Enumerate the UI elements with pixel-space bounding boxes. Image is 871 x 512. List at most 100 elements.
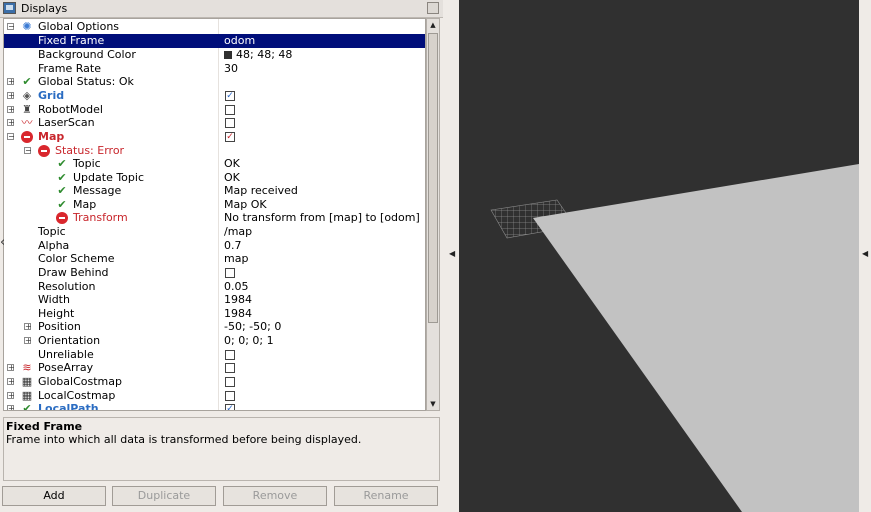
tree-row-local-costmap[interactable]: + ▦ LocalCostmap: [4, 389, 425, 403]
row-label: Message: [73, 184, 122, 197]
tree-row-map[interactable]: − Map ✓: [4, 130, 425, 144]
status-topic-value: OK: [224, 157, 240, 170]
expand-icon[interactable]: +: [7, 106, 15, 114]
duplicate-button[interactable]: Duplicate: [112, 486, 216, 506]
splitter-left-icon[interactable]: ◀: [449, 249, 455, 258]
tree-scrollbar[interactable]: ▲ ▼: [426, 18, 440, 411]
tree-row-status-message[interactable]: ✔ Message Map received: [4, 184, 425, 198]
displays-monitor-icon: [3, 2, 16, 14]
expand-icon[interactable]: +: [7, 119, 15, 127]
tree-row-pose-array[interactable]: + ≋ PoseArray: [4, 361, 425, 375]
expand-icon[interactable]: +: [7, 392, 15, 400]
robot-model-checkbox[interactable]: [225, 105, 235, 115]
row-label: Transform: [73, 211, 128, 224]
scroll-down-icon[interactable]: ▼: [428, 399, 438, 409]
tree-row-background-color[interactable]: Background Color 48; 48; 48: [4, 48, 425, 62]
tree-row-status-map[interactable]: ✔ Map Map OK: [4, 198, 425, 212]
row-label: Map: [38, 130, 65, 143]
display-tree[interactable]: − ✺ Global Options Fixed Frame odom Back…: [3, 18, 426, 411]
tree-row-status-update-topic[interactable]: ✔ Update Topic OK: [4, 171, 425, 185]
collapse-icon[interactable]: −: [7, 133, 15, 141]
row-label: Topic: [73, 157, 101, 170]
color-scheme-value[interactable]: map: [224, 252, 248, 266]
expand-icon[interactable]: +: [24, 337, 32, 345]
tree-row-status-error[interactable]: − Status: Error: [4, 144, 425, 158]
costmap-icon: ▦: [21, 389, 33, 402]
status-message-value: Map received: [224, 184, 298, 197]
error-icon: [38, 145, 50, 157]
row-label: Topic: [38, 225, 66, 238]
tree-row-width[interactable]: Width 1984: [4, 293, 425, 307]
add-button[interactable]: Add: [2, 486, 106, 506]
tree-row-local-path[interactable]: + ✔ LocalPath ✓: [4, 402, 425, 411]
tree-row-global-options[interactable]: − ✺ Global Options: [4, 20, 425, 34]
expand-icon[interactable]: +: [7, 378, 15, 386]
map-checkbox[interactable]: ✓: [225, 132, 235, 142]
local-costmap-checkbox[interactable]: [225, 391, 235, 401]
height-value: 1984: [224, 307, 252, 320]
scroll-up-icon[interactable]: ▲: [428, 20, 438, 30]
row-label: Width: [38, 293, 70, 306]
render-viewport[interactable]: [459, 0, 859, 512]
draw-behind-checkbox[interactable]: [225, 268, 235, 278]
global-costmap-checkbox[interactable]: [225, 377, 235, 387]
tree-row-resolution[interactable]: Resolution 0.05: [4, 280, 425, 294]
row-label: Map: [73, 198, 97, 211]
topic-value[interactable]: /map: [224, 225, 252, 239]
alpha-value[interactable]: 0.7: [224, 239, 242, 253]
tree-row-robot-model[interactable]: + ♜ RobotModel: [4, 103, 425, 117]
frame-rate-value[interactable]: 30: [224, 62, 238, 76]
rename-button[interactable]: Rename: [334, 486, 438, 506]
unreliable-checkbox[interactable]: [225, 350, 235, 360]
panel-splitter[interactable]: ◀: [443, 0, 459, 512]
collapse-icon[interactable]: −: [24, 147, 32, 155]
tree-row-color-scheme[interactable]: Color Scheme map: [4, 252, 425, 266]
local-path-checkbox[interactable]: ✓: [225, 404, 235, 410]
path-icon: ✔: [22, 402, 32, 411]
row-label: PoseArray: [38, 361, 94, 374]
check-icon: ✔: [57, 198, 67, 211]
scrollbar-thumb[interactable]: [428, 33, 438, 323]
error-icon: [21, 131, 33, 143]
tree-row-laser-scan[interactable]: + 〰 LaserScan: [4, 116, 425, 130]
expand-icon[interactable]: +: [7, 405, 15, 410]
tree-row-global-costmap[interactable]: + ▦ GlobalCostmap: [4, 375, 425, 389]
tree-row-grid[interactable]: + ◈ Grid ✓: [4, 89, 425, 103]
row-label: RobotModel: [38, 103, 103, 116]
expand-icon[interactable]: +: [7, 78, 15, 86]
right-splitter[interactable]: ◀: [859, 0, 871, 512]
background-color-text: 48; 48; 48: [236, 48, 293, 61]
row-label: GlobalCostmap: [38, 375, 122, 388]
tree-row-height[interactable]: Height 1984: [4, 307, 425, 321]
tree-row-orientation[interactable]: + Orientation 0; 0; 0; 1: [4, 334, 425, 348]
collapse-icon[interactable]: −: [7, 23, 15, 31]
width-value: 1984: [224, 293, 252, 306]
tree-row-frame-rate[interactable]: Frame Rate 30: [4, 62, 425, 76]
tree-row-topic[interactable]: Topic /map: [4, 225, 425, 239]
tree-row-draw-behind[interactable]: Draw Behind: [4, 266, 425, 280]
grid-checkbox[interactable]: ✓: [225, 91, 235, 101]
tree-row-global-status[interactable]: + ✔ Global Status: Ok: [4, 75, 425, 89]
check-icon: ✔: [57, 184, 67, 197]
tree-row-status-transform[interactable]: Transform No transform from [map] to [od…: [4, 211, 425, 225]
expand-icon[interactable]: +: [7, 364, 15, 372]
collapse-left-icon[interactable]: ‹: [0, 235, 5, 250]
background-color-value[interactable]: 48; 48; 48: [224, 48, 292, 62]
tree-row-fixed-frame[interactable]: Fixed Frame odom: [4, 34, 425, 48]
description-panel: Fixed Frame Frame into which all data is…: [3, 417, 440, 481]
splitter-right-icon[interactable]: ◀: [862, 249, 868, 258]
expand-icon[interactable]: +: [24, 323, 32, 331]
tree-row-alpha[interactable]: Alpha 0.7: [4, 239, 425, 253]
row-label: Background Color: [38, 48, 136, 61]
tree-row-status-topic[interactable]: ✔ Topic OK: [4, 157, 425, 171]
pose-array-checkbox[interactable]: [225, 363, 235, 373]
tree-row-unreliable[interactable]: Unreliable: [4, 348, 425, 362]
panel-float-button[interactable]: [427, 2, 439, 14]
laser-scan-checkbox[interactable]: [225, 118, 235, 128]
check-icon: ✔: [57, 171, 67, 184]
expand-icon[interactable]: +: [7, 92, 15, 100]
row-label: Draw Behind: [38, 266, 109, 279]
remove-button[interactable]: Remove: [223, 486, 327, 506]
tree-row-position[interactable]: + Position -50; -50; 0: [4, 320, 425, 334]
fixed-frame-value[interactable]: odom: [224, 34, 255, 48]
